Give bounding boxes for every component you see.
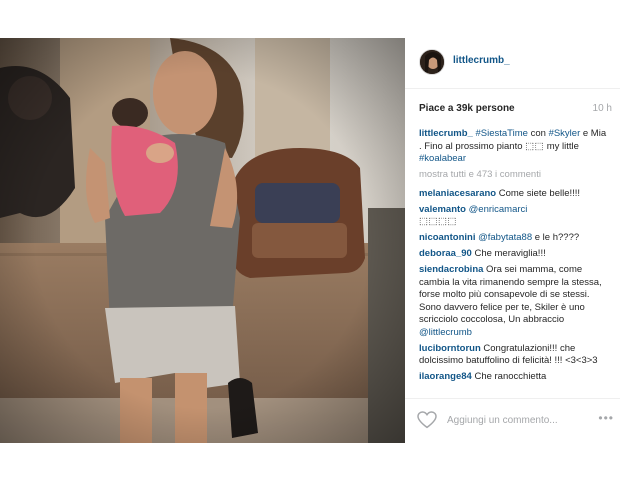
comment-text: Che ranocchietta [471,371,547,382]
comment-mention[interactable]: @littlecrumb [419,327,472,338]
hashtag-skyler[interactable]: #Skyler [549,128,581,139]
heart-icon[interactable] [417,411,437,429]
likes-count[interactable]: Piace a 39k persone [419,103,515,114]
caption-text: my little [544,140,579,152]
caption-username[interactable]: littlecrumb_ [419,128,473,139]
comment-mention[interactable]: @fabytata88 [475,232,532,243]
show-all-comments-link[interactable]: mostra tutti e 473 i commenti [419,169,611,182]
comment-username[interactable]: siendacrobina [419,264,483,275]
avatar[interactable] [419,49,445,75]
comment: valemanto @enricamarci ⬚⬚⬚⬚ [419,204,611,229]
comment: luciborntorun Congratulazioni!!! che dol… [419,343,611,368]
add-comment-input[interactable]: Aggiungi un commento... [447,415,558,426]
post-header: littlecrumb_ [405,38,620,89]
post-time[interactable]: 10 h [593,103,612,114]
post-photo[interactable] [0,38,405,443]
hashtag-siestatime[interactable]: #SiestaTime [476,128,528,139]
comment-username[interactable]: valemanto [419,204,466,215]
post-sidebar: littlecrumb_ Piace a 39k persone 10 h li… [405,38,620,443]
comment-username[interactable]: ilaorange84 [419,371,472,382]
comments-list: littlecrumb_ #SiestaTime con #Skyler e M… [419,128,611,387]
comment-text: ⬚⬚⬚⬚ [419,216,457,227]
post-username[interactable]: littlecrumb_ [453,55,510,66]
comment-username[interactable]: nicoantonini [419,232,475,243]
comment-username[interactable]: melaniacesarano [419,188,496,199]
photo-mother-holding-baby [0,38,405,443]
comment-username[interactable]: deboraa_90 [419,248,472,259]
emoji-glyphs: ⬚⬚ [525,140,545,152]
hashtag-koalabear[interactable]: #koalabear [419,153,466,164]
comment-text: e le h???? [532,232,580,243]
comment-text: Che meraviglia!!! [471,248,546,259]
comment: nicoantonini @fabytata88 e le h???? [419,232,611,245]
comment: melaniacesarano Come siete belle!!!! [419,188,611,201]
comment: ilaorange84 Che ranocchietta [419,371,611,384]
caption-text: con [527,128,549,139]
comment: deboraa_90 Che meraviglia!!! [419,248,611,261]
more-options-icon[interactable]: ••• [598,411,614,425]
comment-mention[interactable]: @enricamarci [466,204,528,215]
comment-username[interactable]: luciborntorun [419,343,481,354]
comment-text: Come siete belle!!!! [496,187,581,199]
comment: siendacrobina Ora sei mamma, come cambia… [419,264,611,339]
comment-footer: Aggiungi un commento... ••• [405,398,620,444]
caption: littlecrumb_ #SiestaTime con #Skyler e M… [419,128,611,166]
avatar-icon [420,50,444,74]
